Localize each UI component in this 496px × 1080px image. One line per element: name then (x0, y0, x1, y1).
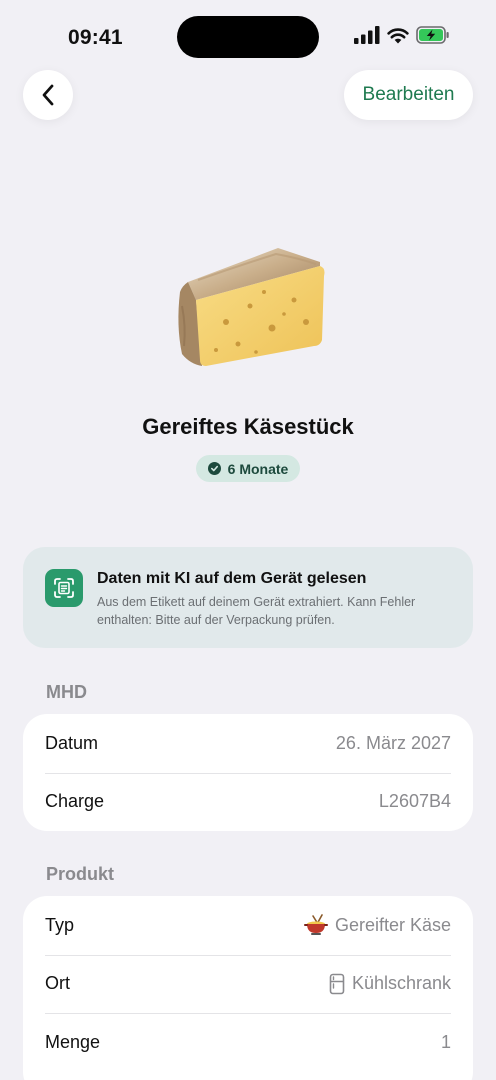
location-value: Kühlschrank (351, 973, 451, 994)
product-title: Gereiftes Käsestück (142, 414, 354, 439)
ai-notice-title: Daten mit KI auf dem Gerät gelesen (97, 570, 367, 587)
product-group: Typ Gereifter Käse Ort Kühlschrank Menge… (23, 896, 473, 1080)
dynamic-island (177, 16, 319, 58)
status-time: 09:41 (68, 26, 123, 49)
row-value: 1 (441, 1032, 451, 1053)
section-header-product: Produkt (46, 864, 115, 884)
back-button[interactable] (23, 70, 73, 120)
date-value: 26. März 2027 (335, 732, 451, 753)
section-header-mhd: MHD (46, 682, 87, 702)
row-label: Ort (45, 973, 70, 994)
checkmark-icon (207, 462, 221, 475)
row-date[interactable]: Datum 26. März 2027 (23, 714, 473, 773)
row-location[interactable]: Ort Kühlschrank (23, 954, 473, 1014)
row-value: 26. März 2027 (336, 733, 451, 754)
battery-charging-icon (416, 26, 449, 44)
wifi-icon (387, 27, 409, 43)
edit-button[interactable]: Bearbeiten (344, 70, 473, 120)
quantity-value: 1 (440, 1031, 451, 1052)
row-value: Gereifter Käse (303, 914, 451, 936)
row-label: Typ (45, 914, 75, 935)
shelf-life-badge: 6 Monate (196, 455, 300, 482)
signal-icon (354, 26, 380, 44)
document-scan-icon (45, 569, 83, 607)
status-bar: 09:41 (0, 0, 496, 70)
row-quantity[interactable]: Menge 1 (23, 1013, 473, 1072)
row-label: Charge (45, 791, 105, 812)
chevron-left-icon (42, 84, 54, 106)
batch-value: L2607B4 (378, 791, 451, 812)
ai-notice-description: Aus dem Etikett auf deinem Gerät extrahi… (97, 595, 416, 627)
row-batch[interactable]: Charge L2607B4 (23, 772, 473, 832)
fondue-pot-icon (303, 914, 328, 936)
row-label: Menge (45, 1031, 101, 1052)
shelf-life-label: 6 Monate (227, 460, 289, 477)
fridge-icon (329, 973, 345, 995)
cheese-wedge-image (178, 248, 325, 366)
status-icons (354, 26, 450, 44)
type-value: Gereifter Käse (334, 914, 451, 935)
row-value: L2607B4 (379, 791, 451, 812)
row-value: Kühlschrank (329, 973, 451, 995)
ai-notice-card: Daten mit KI auf dem Gerät gelesen Aus d… (23, 547, 473, 648)
mhd-group: Datum 26. März 2027 Charge L2607B4 (23, 714, 473, 831)
row-type[interactable]: Typ Gereifter Käse (23, 896, 473, 955)
row-label: Datum (45, 732, 99, 753)
